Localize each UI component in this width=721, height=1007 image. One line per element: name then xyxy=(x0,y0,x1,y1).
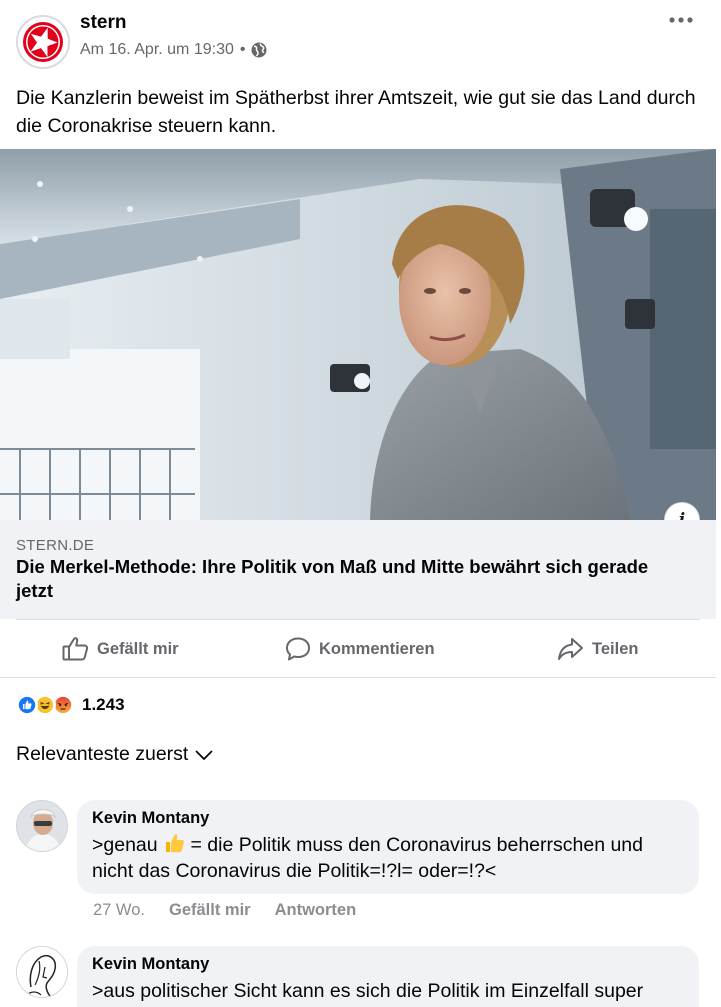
like-reaction-icon xyxy=(16,694,38,716)
post-text: Die Kanzlerin beweist im Spätherbst ihre… xyxy=(16,87,696,137)
commenter-avatar[interactable] xyxy=(16,946,68,998)
reactions-summary[interactable]: 1.243 xyxy=(16,693,125,717)
post-action-bar: Gefällt mir Kommentieren Teilen xyxy=(0,620,716,678)
comment-bubble: Kevin Montany >genau = die Politik muss … xyxy=(77,800,699,894)
share-label: Teilen xyxy=(592,639,639,658)
sort-label: Relevanteste zuerst xyxy=(16,743,189,765)
comment-text: >aus politischer Sicht kann es sich die … xyxy=(92,980,644,1002)
comment-like-button[interactable]: Gefällt mir xyxy=(169,901,251,920)
post-author-name[interactable]: stern xyxy=(80,12,126,34)
post-meta: Am 16. Apr. um 19:30 • xyxy=(80,41,267,59)
post-header: stern Am 16. Apr. um 19:30 • xyxy=(0,0,721,78)
comment-bubble: Kevin Montany >aus politischer Sicht kan… xyxy=(77,946,699,1007)
comment-reply-button[interactable]: Antworten xyxy=(275,901,357,920)
ellipsis-icon xyxy=(669,17,693,23)
news-photo xyxy=(0,149,716,520)
comment-author[interactable]: Kevin Montany xyxy=(92,809,683,828)
comment-bubble-icon xyxy=(286,637,310,661)
comment-age[interactable]: 27 Wo. xyxy=(93,901,145,920)
link-preview-footer[interactable]: STERN.DE Die Merkel-Methode: Ihre Politi… xyxy=(0,520,716,619)
comment-text-part: >genau xyxy=(92,834,158,856)
like-button[interactable]: Gefällt mir xyxy=(62,620,179,678)
reaction-count[interactable]: 1.243 xyxy=(82,695,125,715)
thumbs-up-icon xyxy=(62,637,89,661)
thumbs-up-emoji-icon xyxy=(166,834,184,853)
stern-logo-avatar[interactable] xyxy=(16,15,70,69)
facebook-post-page: stern Am 16. Apr. um 19:30 • Die Kanzler… xyxy=(0,0,721,1007)
like-label: Gefällt mir xyxy=(97,639,179,658)
more-options-icon[interactable] xyxy=(665,10,697,34)
chevron-down-icon xyxy=(195,749,213,760)
commenter-avatar[interactable] xyxy=(16,800,68,852)
meta-separator: • xyxy=(239,41,246,58)
comment-author[interactable]: Kevin Montany xyxy=(92,955,683,974)
link-title[interactable]: Die Merkel-Methode: Ihre Politik von Maß… xyxy=(16,555,676,603)
comment-meta: 27 Wo. Gefällt mir Antworten xyxy=(93,901,356,920)
share-arrow-icon xyxy=(558,638,583,660)
comment-text: >genau = die Politik muss den Coronaviru… xyxy=(92,832,683,884)
comment-sort-dropdown[interactable]: Relevanteste zuerst xyxy=(16,743,214,766)
comment-button[interactable]: Kommentieren xyxy=(285,620,435,678)
sketch-portrait-icon xyxy=(17,947,67,997)
globe-icon[interactable] xyxy=(251,42,267,58)
share-button[interactable]: Teilen xyxy=(557,620,638,678)
comment-label: Kommentieren xyxy=(319,639,435,658)
user-photo xyxy=(17,801,67,851)
link-domain: STERN.DE xyxy=(16,537,95,554)
stern-logo-icon xyxy=(20,19,66,65)
link-preview-image[interactable] xyxy=(0,149,716,520)
post-timestamp[interactable]: Am 16. Apr. um 19:30 xyxy=(80,41,234,59)
